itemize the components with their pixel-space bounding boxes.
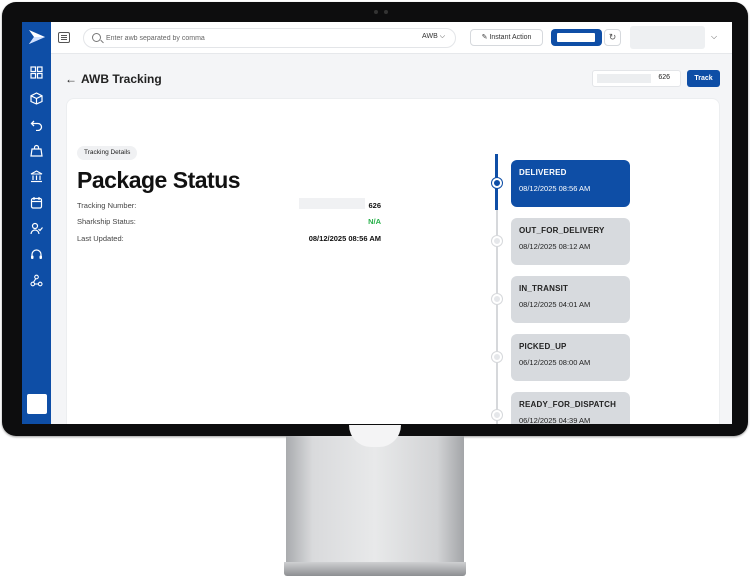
camera-dot [384,10,388,14]
timeline-event-status: DELIVERED [519,168,567,177]
calendar-icon[interactable] [30,196,43,209]
tracking-number-label: Tracking Number: [77,201,137,210]
avatar[interactable] [27,394,47,414]
track-button[interactable]: Track [687,70,720,87]
monitor-stand [286,436,464,564]
timeline-event: IN_TRANSIT 08/12/2025 04:01 AM [511,276,630,323]
brand-logo-icon[interactable] [28,28,46,46]
timeline-event: OUT_FOR_DELIVERY 08/12/2025 08:12 AM [511,218,630,265]
search-bar: AWB ⌵ [83,28,456,48]
awb-type-select[interactable]: AWB ⌵ [422,33,445,41]
redacted-value [597,74,651,83]
tracking-details-badge: Tracking Details [77,146,138,160]
awb-track-input-value: 626 [658,74,670,81]
wallet-balance-button[interactable] [551,29,602,46]
top-bar: AWB ⌵ ✎ Instant Action ↻ ⌵ [51,22,732,54]
timeline-event-status: PICKED_UP [519,342,567,351]
back-arrow-icon[interactable]: ← [65,72,77,86]
timeline-event: PICKED_UP 06/12/2025 08:00 AM [511,334,630,381]
timeline-event: READY_FOR_DISPATCH 06/12/2025 04:39 AM [511,392,630,424]
search-icon [92,33,101,42]
awb-type-label: AWB [422,33,438,40]
timeline-event-date: 08/12/2025 08:12 AM [519,242,591,251]
return-icon[interactable] [30,118,43,132]
refresh-button[interactable]: ↻ [604,29,621,46]
camera-dot [374,10,378,14]
monitor-bezel: AWB ⌵ ✎ Instant Action ↻ ⌵ ← AWB Trackin… [2,2,748,436]
timeline-event-date: 06/12/2025 04:39 AM [519,416,591,424]
timeline-dot [492,178,502,188]
shopping-bag-icon[interactable] [30,144,43,157]
monitor: AWB ⌵ ✎ Instant Action ↻ ⌵ ← AWB Trackin… [0,0,750,578]
last-updated-value: 08/12/2025 08:56 AM [308,234,381,243]
search-input[interactable] [106,32,396,44]
timeline-dot [492,410,502,420]
bank-icon[interactable] [30,170,43,183]
chevron-down-icon[interactable]: ⌵ [711,32,717,42]
timeline-dot [492,294,502,304]
dashboard-icon[interactable] [30,66,43,79]
refresh-icon: ↻ [608,32,617,42]
package-icon[interactable] [30,92,43,105]
user-menu[interactable] [630,26,705,49]
tracking-number-value: 626 [368,201,381,210]
sharkship-status-value: N/A [368,217,381,226]
menu-toggle-icon[interactable] [58,32,70,43]
timeline-event-date: 06/12/2025 08:00 AM [519,358,591,367]
chevron-down-icon: ⌵ [439,33,445,40]
headset-icon[interactable] [30,248,43,261]
timeline-event-status: OUT_FOR_DELIVERY [519,226,605,235]
timeline-event-status: READY_FOR_DISPATCH [519,400,617,409]
timeline-event-date: 08/12/2025 04:01 AM [519,300,591,309]
timeline-event: DELIVERED 08/12/2025 08:56 AM [511,160,630,207]
user-check-icon[interactable] [30,222,43,235]
instant-action-button[interactable]: ✎ Instant Action [470,29,543,46]
package-status-title: Package Status [77,167,241,193]
awb-track-input[interactable]: 626 [592,70,681,87]
monitor-stand-base [284,562,466,576]
redacted-value [299,198,365,209]
instant-action-label: Instant Action [489,34,532,41]
webhook-icon[interactable] [30,274,43,287]
timeline-event-status: IN_TRANSIT [519,284,569,293]
screen: AWB ⌵ ✎ Instant Action ↻ ⌵ ← AWB Trackin… [22,22,732,424]
wand-icon: ✎ [481,34,488,41]
sidebar [22,22,51,424]
timeline-event-date: 08/12/2025 08:56 AM [519,184,591,193]
page-title: AWB Tracking [81,72,162,86]
timeline-dot [492,236,502,246]
sharkship-status-label: Sharkship Status: [77,217,136,226]
last-updated-label: Last Updated: [77,234,124,243]
timeline-dot [492,352,502,362]
